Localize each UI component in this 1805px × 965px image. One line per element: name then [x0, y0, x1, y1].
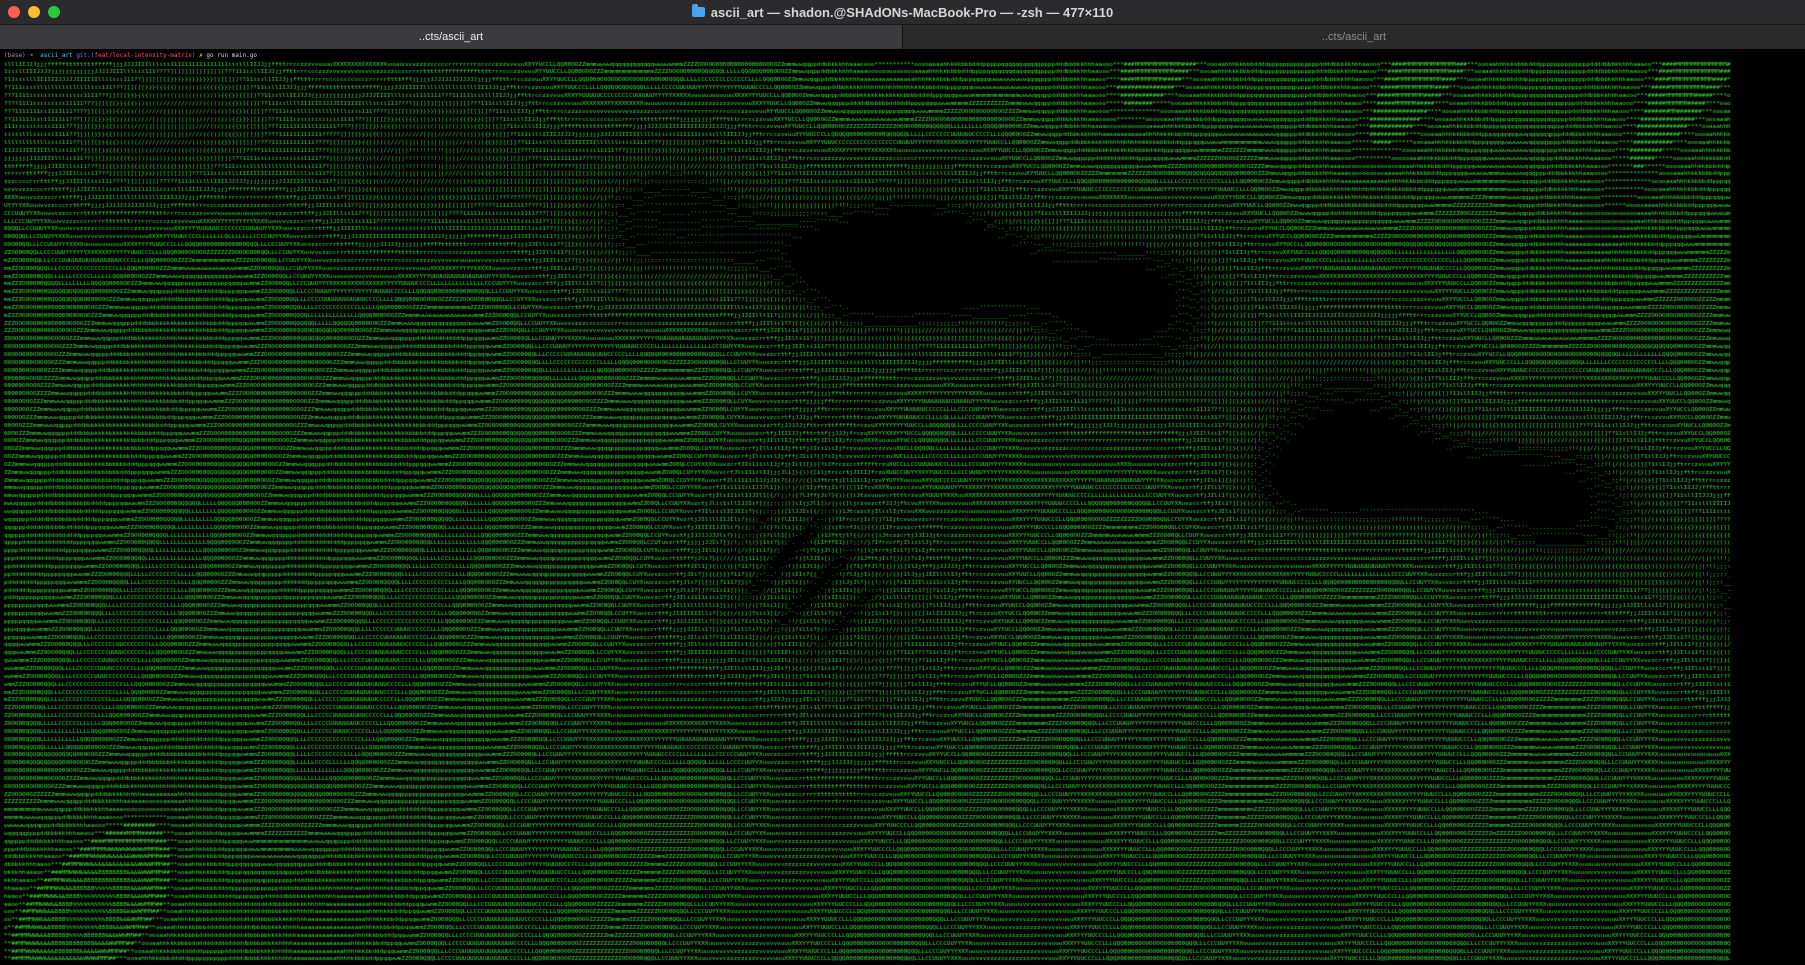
prompt-git: git:(	[76, 52, 95, 59]
prompt-branch: feat/local-intensity-matrix	[94, 52, 192, 59]
window-title-group: ascii_art — shadon.@SHAdONs-MacBook-Pro …	[0, 0, 1805, 24]
prompt-directory: ascii_art	[40, 52, 73, 59]
window-title: ascii_art — shadon.@SHAdONs-MacBook-Pro …	[710, 4, 1114, 20]
prompt-dirty-marker: ✗	[199, 52, 203, 59]
ascii-art-canvas	[0, 61, 1805, 961]
prompt-git-close: )	[191, 52, 196, 59]
shell-prompt: (base) ➜ ascii_art git:(feat/local-inten…	[4, 51, 257, 61]
prompt-env: (base)	[4, 52, 26, 59]
terminal-window: ascii_art — shadon.@SHAdONs-MacBook-Pro …	[0, 0, 1805, 965]
prompt-command: go run main.go	[206, 52, 257, 59]
title-bar[interactable]: ascii_art — shadon.@SHAdONs-MacBook-Pro …	[0, 0, 1805, 25]
terminal-output[interactable]: (base) ➜ ascii_art git:(feat/local-inten…	[0, 49, 1805, 965]
tab-bar: ..cts/ascii_art ..cts/ascii_art	[0, 25, 1805, 49]
prompt-arrow: ➜	[29, 52, 33, 59]
tab-ascii-art-active[interactable]: ..cts/ascii_art	[0, 25, 902, 49]
tab-ascii-art-inactive[interactable]: ..cts/ascii_art	[902, 25, 1805, 49]
folder-icon	[691, 4, 705, 17]
